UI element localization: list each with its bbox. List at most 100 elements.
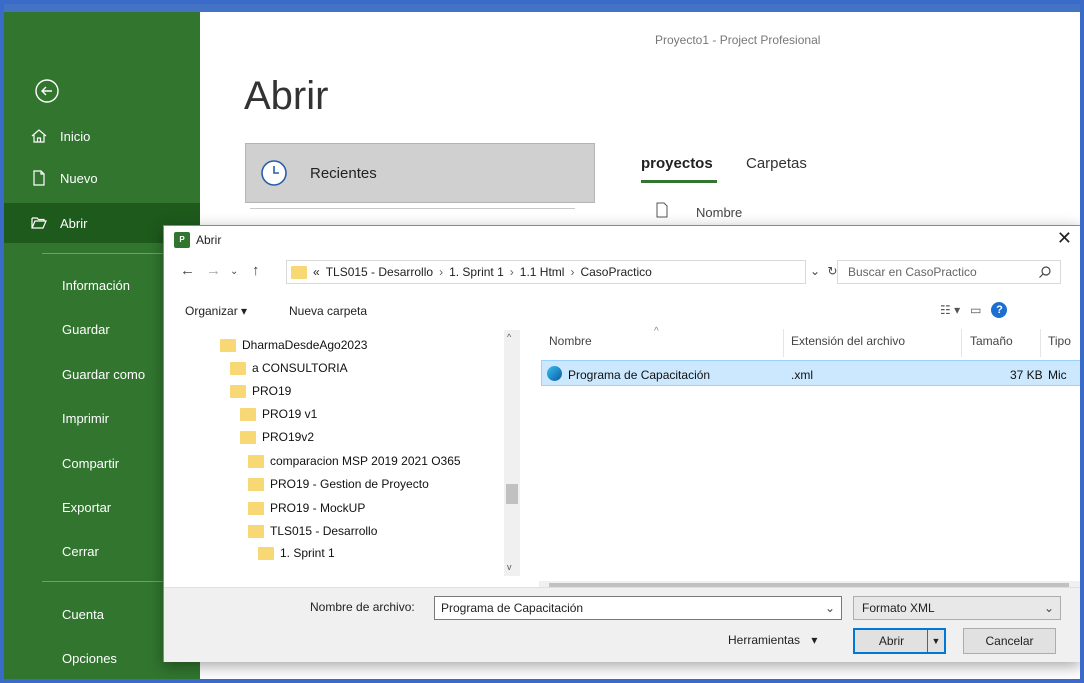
cancel-button[interactable]: Cancelar	[963, 628, 1056, 654]
sidebar-item-label: Cerrar	[62, 543, 99, 559]
open-file-dialog: P Abrir ✕ ← → ⌄ ↑ « TLS015 - Desarrollo …	[163, 225, 1082, 662]
tree-item-label: PRO19 v1	[262, 407, 318, 421]
app-title: Proyecto1 - Project Profesional	[655, 33, 821, 47]
tree-item[interactable]: PRO19 - Gestion de Proyecto	[248, 473, 429, 495]
sidebar-item-label: Inicio	[60, 128, 91, 144]
tree-item[interactable]: PRO19	[230, 380, 291, 402]
tree-item[interactable]: DharmaDesdeAgo2023	[220, 334, 367, 356]
scroll-up-icon[interactable]: ^	[507, 332, 511, 342]
file-name[interactable]: Programa de Capacitación	[568, 368, 710, 382]
new-document-icon	[30, 169, 48, 187]
file-type: Mic	[1048, 368, 1067, 382]
view-controls: ☷ ▾ ▭ ?	[940, 302, 1008, 318]
sort-ascending-icon: ^	[654, 326, 659, 337]
dialog-footer: Nombre de archivo: Programa de Capacitac…	[164, 587, 1080, 662]
tree-item[interactable]: 1. Sprint 1	[258, 542, 335, 564]
scrollbar-thumb[interactable]	[506, 484, 518, 504]
tree-item[interactable]: PRO19v2	[240, 426, 314, 448]
folder-icon	[230, 361, 246, 375]
folder-icon	[258, 546, 274, 560]
search-icon	[1038, 265, 1052, 282]
document-icon	[655, 202, 669, 221]
sidebar-item-label: Información	[62, 277, 130, 293]
tree-item[interactable]: a CONSULTORIA	[230, 357, 348, 379]
chevron-down-icon[interactable]: ⌄	[810, 264, 820, 278]
column-header-extension[interactable]: Extensión del archivo	[791, 334, 905, 348]
column-header-size[interactable]: Tamaño	[970, 334, 1013, 348]
chevron-right-icon: ›	[439, 265, 444, 279]
scroll-down-icon[interactable]: v	[507, 562, 512, 572]
chevron-right-icon: ›	[509, 265, 514, 279]
chevron-down-icon[interactable]: ⌄	[825, 601, 835, 615]
column-divider	[783, 329, 784, 357]
tree-item-label: PRO19 - Gestion de Proyecto	[270, 477, 429, 491]
forward-nav-icon[interactable]: →	[206, 262, 221, 279]
tab-proyectos[interactable]: proyectos	[641, 155, 713, 172]
open-split-dropdown[interactable]: ▼	[927, 630, 944, 652]
sidebar-item-label: Imprimir	[62, 410, 109, 426]
file-extension: .xml	[791, 368, 813, 382]
back-nav-icon[interactable]: ←	[180, 262, 195, 279]
column-header-type[interactable]: Tipo	[1048, 334, 1078, 348]
view-options-icon[interactable]: ☷ ▾	[940, 303, 960, 317]
sidebar-item-label: Guardar como	[62, 366, 146, 382]
organize-button[interactable]: Organizar ▾	[185, 304, 247, 318]
sidebar-item-inicio[interactable]: Inicio	[4, 116, 200, 156]
sidebar-item-label: Nuevo	[60, 170, 98, 186]
address-controls: ⌄ ↻	[810, 264, 837, 278]
close-icon[interactable]: ✕	[1057, 228, 1072, 249]
project-app-icon: P	[174, 232, 190, 248]
window-top-border	[0, 0, 1084, 12]
tree-item[interactable]: PRO19 - MockUP	[248, 497, 365, 519]
breadcrumb-overflow[interactable]: «	[313, 265, 320, 279]
recent-locations-icon[interactable]: ⌄	[230, 266, 238, 277]
recent-label: Recientes	[310, 164, 377, 182]
folder-icon	[248, 477, 264, 491]
caret-down-icon: ▼	[931, 636, 941, 646]
tree-item[interactable]: TLS015 - Desarrollo	[248, 520, 377, 542]
open-button[interactable]: Abrir ▼	[853, 628, 946, 654]
caret-down-icon: ▾	[811, 633, 818, 647]
help-icon[interactable]: ?	[991, 302, 1008, 318]
folder-icon	[240, 430, 256, 444]
column-header-name[interactable]: Nombre	[696, 205, 742, 220]
clock-icon	[261, 160, 287, 186]
search-placeholder: Buscar en CasoPractico	[848, 265, 977, 279]
sidebar-item-nuevo[interactable]: Nuevo	[4, 158, 200, 198]
tree-scrollbar[interactable]: ^ v	[504, 330, 520, 576]
divider	[250, 208, 575, 209]
breadcrumb-item[interactable]: 1.1 Html	[520, 265, 565, 279]
home-icon	[30, 127, 48, 145]
dialog-title: Abrir	[196, 233, 222, 247]
filename-input[interactable]: Programa de Capacitación ⌄	[434, 596, 842, 620]
recent-tile[interactable]: Recientes	[245, 143, 595, 203]
filetype-select[interactable]: Formato XML ⌄	[853, 596, 1061, 620]
address-bar[interactable]: « TLS015 - Desarrollo › 1. Sprint 1 › 1.…	[286, 260, 806, 284]
tab-carpetas[interactable]: Carpetas	[746, 155, 807, 172]
tree-item-label: DharmaDesdeAgo2023	[242, 338, 368, 352]
sidebar-item-label: Opciones	[62, 650, 117, 666]
search-input[interactable]: Buscar en CasoPractico	[837, 260, 1061, 284]
cancel-button-label: Cancelar	[985, 634, 1034, 648]
breadcrumb-item[interactable]: CasoPractico	[580, 265, 651, 279]
preview-pane-icon[interactable]: ▭	[970, 303, 981, 317]
refresh-icon[interactable]: ↻	[827, 264, 837, 278]
tree-item-label: TLS015 - Desarrollo	[270, 524, 378, 538]
tree-item-label: PRO19v2	[262, 430, 315, 444]
up-arrow-icon[interactable]: ↑	[252, 262, 260, 279]
folder-icon	[248, 524, 264, 538]
tree-item[interactable]: PRO19 v1	[240, 403, 317, 425]
open-folder-icon	[30, 214, 48, 232]
breadcrumb-item[interactable]: 1. Sprint 1	[449, 265, 504, 279]
folder-icon	[230, 384, 246, 398]
page-title: Abrir	[244, 74, 329, 118]
column-header-name[interactable]: Nombre	[549, 334, 592, 348]
new-folder-button[interactable]: Nueva carpeta	[289, 304, 367, 318]
breadcrumb-item[interactable]: TLS015 - Desarrollo	[326, 265, 433, 279]
tools-menu-button[interactable]: Herramientas ▾	[728, 633, 817, 647]
back-arrow-icon[interactable]	[34, 78, 60, 104]
tree-item-label: PRO19	[252, 384, 292, 398]
dialog-titlebar: P Abrir	[174, 232, 221, 248]
tree-item[interactable]: comparacion MSP 2019 2021 O365	[248, 450, 461, 472]
sidebar-item-label: Guardar	[62, 321, 110, 337]
